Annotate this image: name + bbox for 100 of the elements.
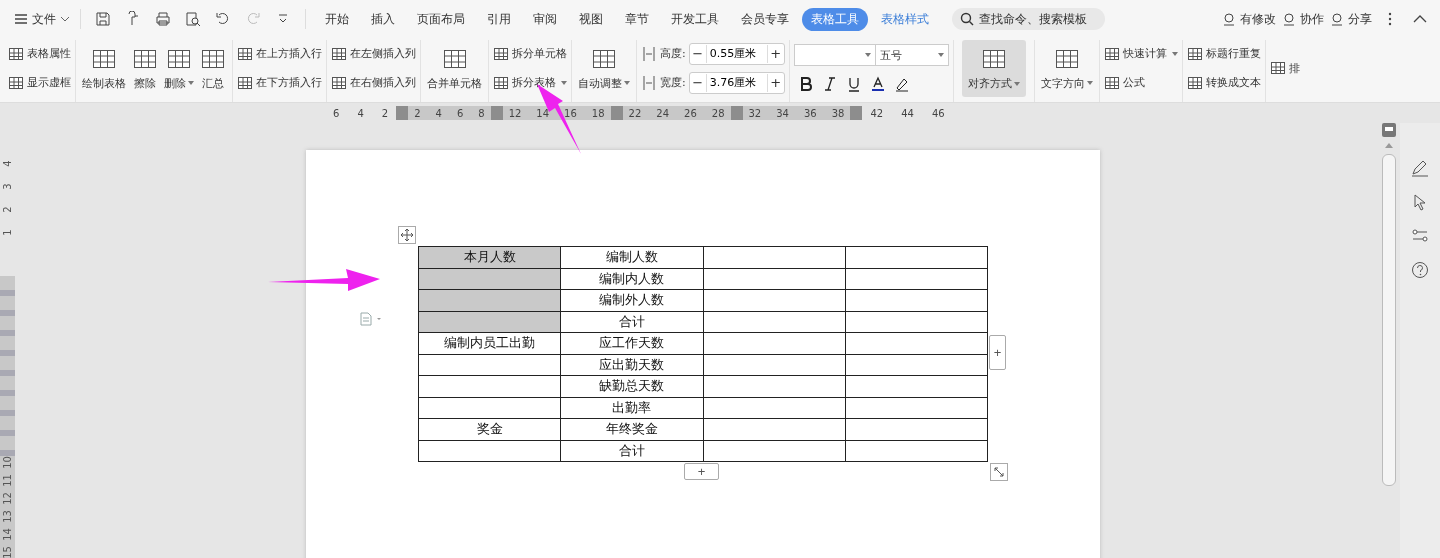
- ribbon-tab[interactable]: 引用: [478, 7, 520, 31]
- font-color-icon[interactable]: [869, 76, 886, 92]
- ribbon-tab[interactable]: 审阅: [524, 7, 566, 31]
- ribbon-button[interactable]: 删除: [162, 40, 196, 102]
- table-icon: [331, 74, 347, 91]
- ruler-number: 46: [931, 107, 945, 119]
- ruler-number: 8: [478, 107, 485, 119]
- table-cell: 合计: [560, 311, 703, 333]
- ribbon-tab[interactable]: 页面布局: [408, 7, 474, 31]
- ruler-number: 10: [2, 456, 13, 469]
- move-handle-icon[interactable]: [398, 226, 416, 244]
- undo-icon[interactable]: [215, 11, 231, 27]
- table-cell: 编制人数: [560, 246, 703, 268]
- ruler-number: 26: [684, 107, 697, 119]
- save-icon[interactable]: [95, 11, 111, 27]
- spin-field[interactable]: − 0.55厘米 +: [688, 42, 785, 65]
- ruler-number: 6: [456, 107, 464, 119]
- ruler-number: 32: [748, 107, 762, 119]
- ruler-number: 18: [591, 107, 605, 119]
- toolbar-action[interactable]: 协作: [1282, 10, 1324, 28]
- resize-handle-icon[interactable]: [990, 463, 1008, 481]
- ribbon-button[interactable]: 汇总: [198, 40, 228, 102]
- ribbon-button[interactable]: 文字方向: [1038, 40, 1095, 102]
- table-icon: [493, 45, 509, 62]
- table-icon: [1186, 74, 1203, 91]
- table-icon: [237, 74, 253, 91]
- table-cell: 出勤率: [560, 397, 703, 419]
- ribbon-tab[interactable]: 插入: [362, 7, 404, 31]
- toolbar-action[interactable]: 分享: [1330, 10, 1372, 28]
- add-column-button[interactable]: +: [989, 335, 1006, 370]
- margin-marker[interactable]: [396, 106, 409, 120]
- ribbon-tab[interactable]: 章节: [616, 7, 658, 31]
- caret-icon: [864, 53, 871, 57]
- ribbon-tab[interactable]: 会员专享: [732, 7, 798, 31]
- caret-icon: [1086, 81, 1093, 85]
- ruler-number: 14: [536, 107, 550, 119]
- search-field[interactable]: 查找命令、搜索模板: [952, 8, 1105, 30]
- ruler-number: 34: [776, 107, 789, 119]
- ruler-number: 13: [2, 510, 13, 523]
- ribbon-tab[interactable]: 表格样式: [872, 7, 938, 31]
- settings-icon[interactable]: [1411, 227, 1429, 245]
- font-size-field[interactable]: 五号: [875, 44, 949, 66]
- caret-icon: [1013, 81, 1020, 86]
- ribbon-button[interactable]: 在左侧插入列: [331, 45, 416, 62]
- ruler-number: 3: [2, 183, 13, 190]
- menu-icon: [14, 12, 28, 26]
- margin-marker[interactable]: [850, 106, 863, 120]
- ruler-number: 44: [901, 107, 914, 119]
- table-cell: 年终奖金: [560, 418, 703, 440]
- ruler-number: 38: [831, 107, 845, 119]
- search-icon: [960, 12, 974, 26]
- table-icon: [8, 45, 24, 62]
- ribbon-tab[interactable]: 开发工具: [662, 7, 728, 31]
- ruler-number: 11: [2, 474, 13, 487]
- ribbon-button[interactable]: 表格属性: [8, 45, 71, 62]
- table-cell: 应工作天数: [560, 332, 703, 354]
- ribbon-button[interactable]: 绘制表格: [80, 40, 128, 102]
- ribbon-button[interactable]: 显示虚框: [8, 74, 71, 91]
- scrollbar-thumb[interactable]: [1382, 154, 1396, 486]
- ribbon-button[interactable]: 快速计算: [1103, 45, 1178, 62]
- font-name-field[interactable]: [793, 44, 876, 66]
- caret-icon: [624, 81, 630, 85]
- ribbon-tab[interactable]: 视图: [570, 7, 612, 31]
- toolbar-action[interactable]: 有修改: [1222, 10, 1276, 28]
- ribbon-button[interactable]: 标题行重复: [1186, 45, 1261, 62]
- ruler-number: 22: [628, 107, 642, 119]
- file-menu[interactable]: 文件: [14, 10, 70, 28]
- ruler-number: 12: [2, 492, 13, 505]
- help-icon[interactable]: [1411, 261, 1429, 279]
- ribbon-button[interactable]: 排: [1269, 60, 1300, 76]
- print-icon[interactable]: [155, 11, 171, 27]
- add-row-button[interactable]: +: [684, 463, 719, 480]
- table-icon: [493, 74, 509, 91]
- ribbon-button[interactable]: 公式: [1103, 74, 1178, 91]
- ribbon-tab[interactable]: 开始: [316, 7, 358, 31]
- highlighter-icon[interactable]: [893, 76, 910, 92]
- ribbon-button[interactable]: 合并单元格: [425, 40, 484, 102]
- ribbon-button[interactable]: 拆分表格: [493, 74, 567, 91]
- caret-icon: [188, 81, 194, 85]
- ribbon-button[interactable]: 转换成文本: [1186, 74, 1261, 91]
- print-preview-icon[interactable]: [185, 11, 201, 27]
- ribbon-button[interactable]: 对齐方式: [961, 40, 1026, 97]
- ribbon-button[interactable]: 自动调整: [576, 40, 632, 102]
- ruler-number: 14: [2, 528, 13, 541]
- table-icon: [8, 74, 24, 91]
- ribbon-button[interactable]: 在下方插入行: [237, 74, 322, 91]
- table-cell: 合计: [560, 440, 703, 462]
- ruler-number: 12: [508, 107, 522, 119]
- ruler-number: 24: [656, 107, 670, 119]
- ruler-toggle-icon[interactable]: [1382, 123, 1396, 137]
- ruler-number: 2: [381, 107, 389, 119]
- spin-field[interactable]: − 3.76厘米 +: [688, 71, 785, 94]
- pen-icon[interactable]: [1411, 159, 1429, 177]
- ribbon-button[interactable]: 在上方插入行: [237, 45, 322, 62]
- ribbon-button[interactable]: 在右侧插入列: [331, 74, 416, 91]
- ribbon-button[interactable]: 擦除: [130, 40, 160, 102]
- table-icon: [1269, 60, 1286, 76]
- ribbon-button[interactable]: 拆分单元格: [493, 45, 567, 62]
- resize-icon: [641, 74, 657, 91]
- ruler-number: 1: [2, 229, 13, 236]
